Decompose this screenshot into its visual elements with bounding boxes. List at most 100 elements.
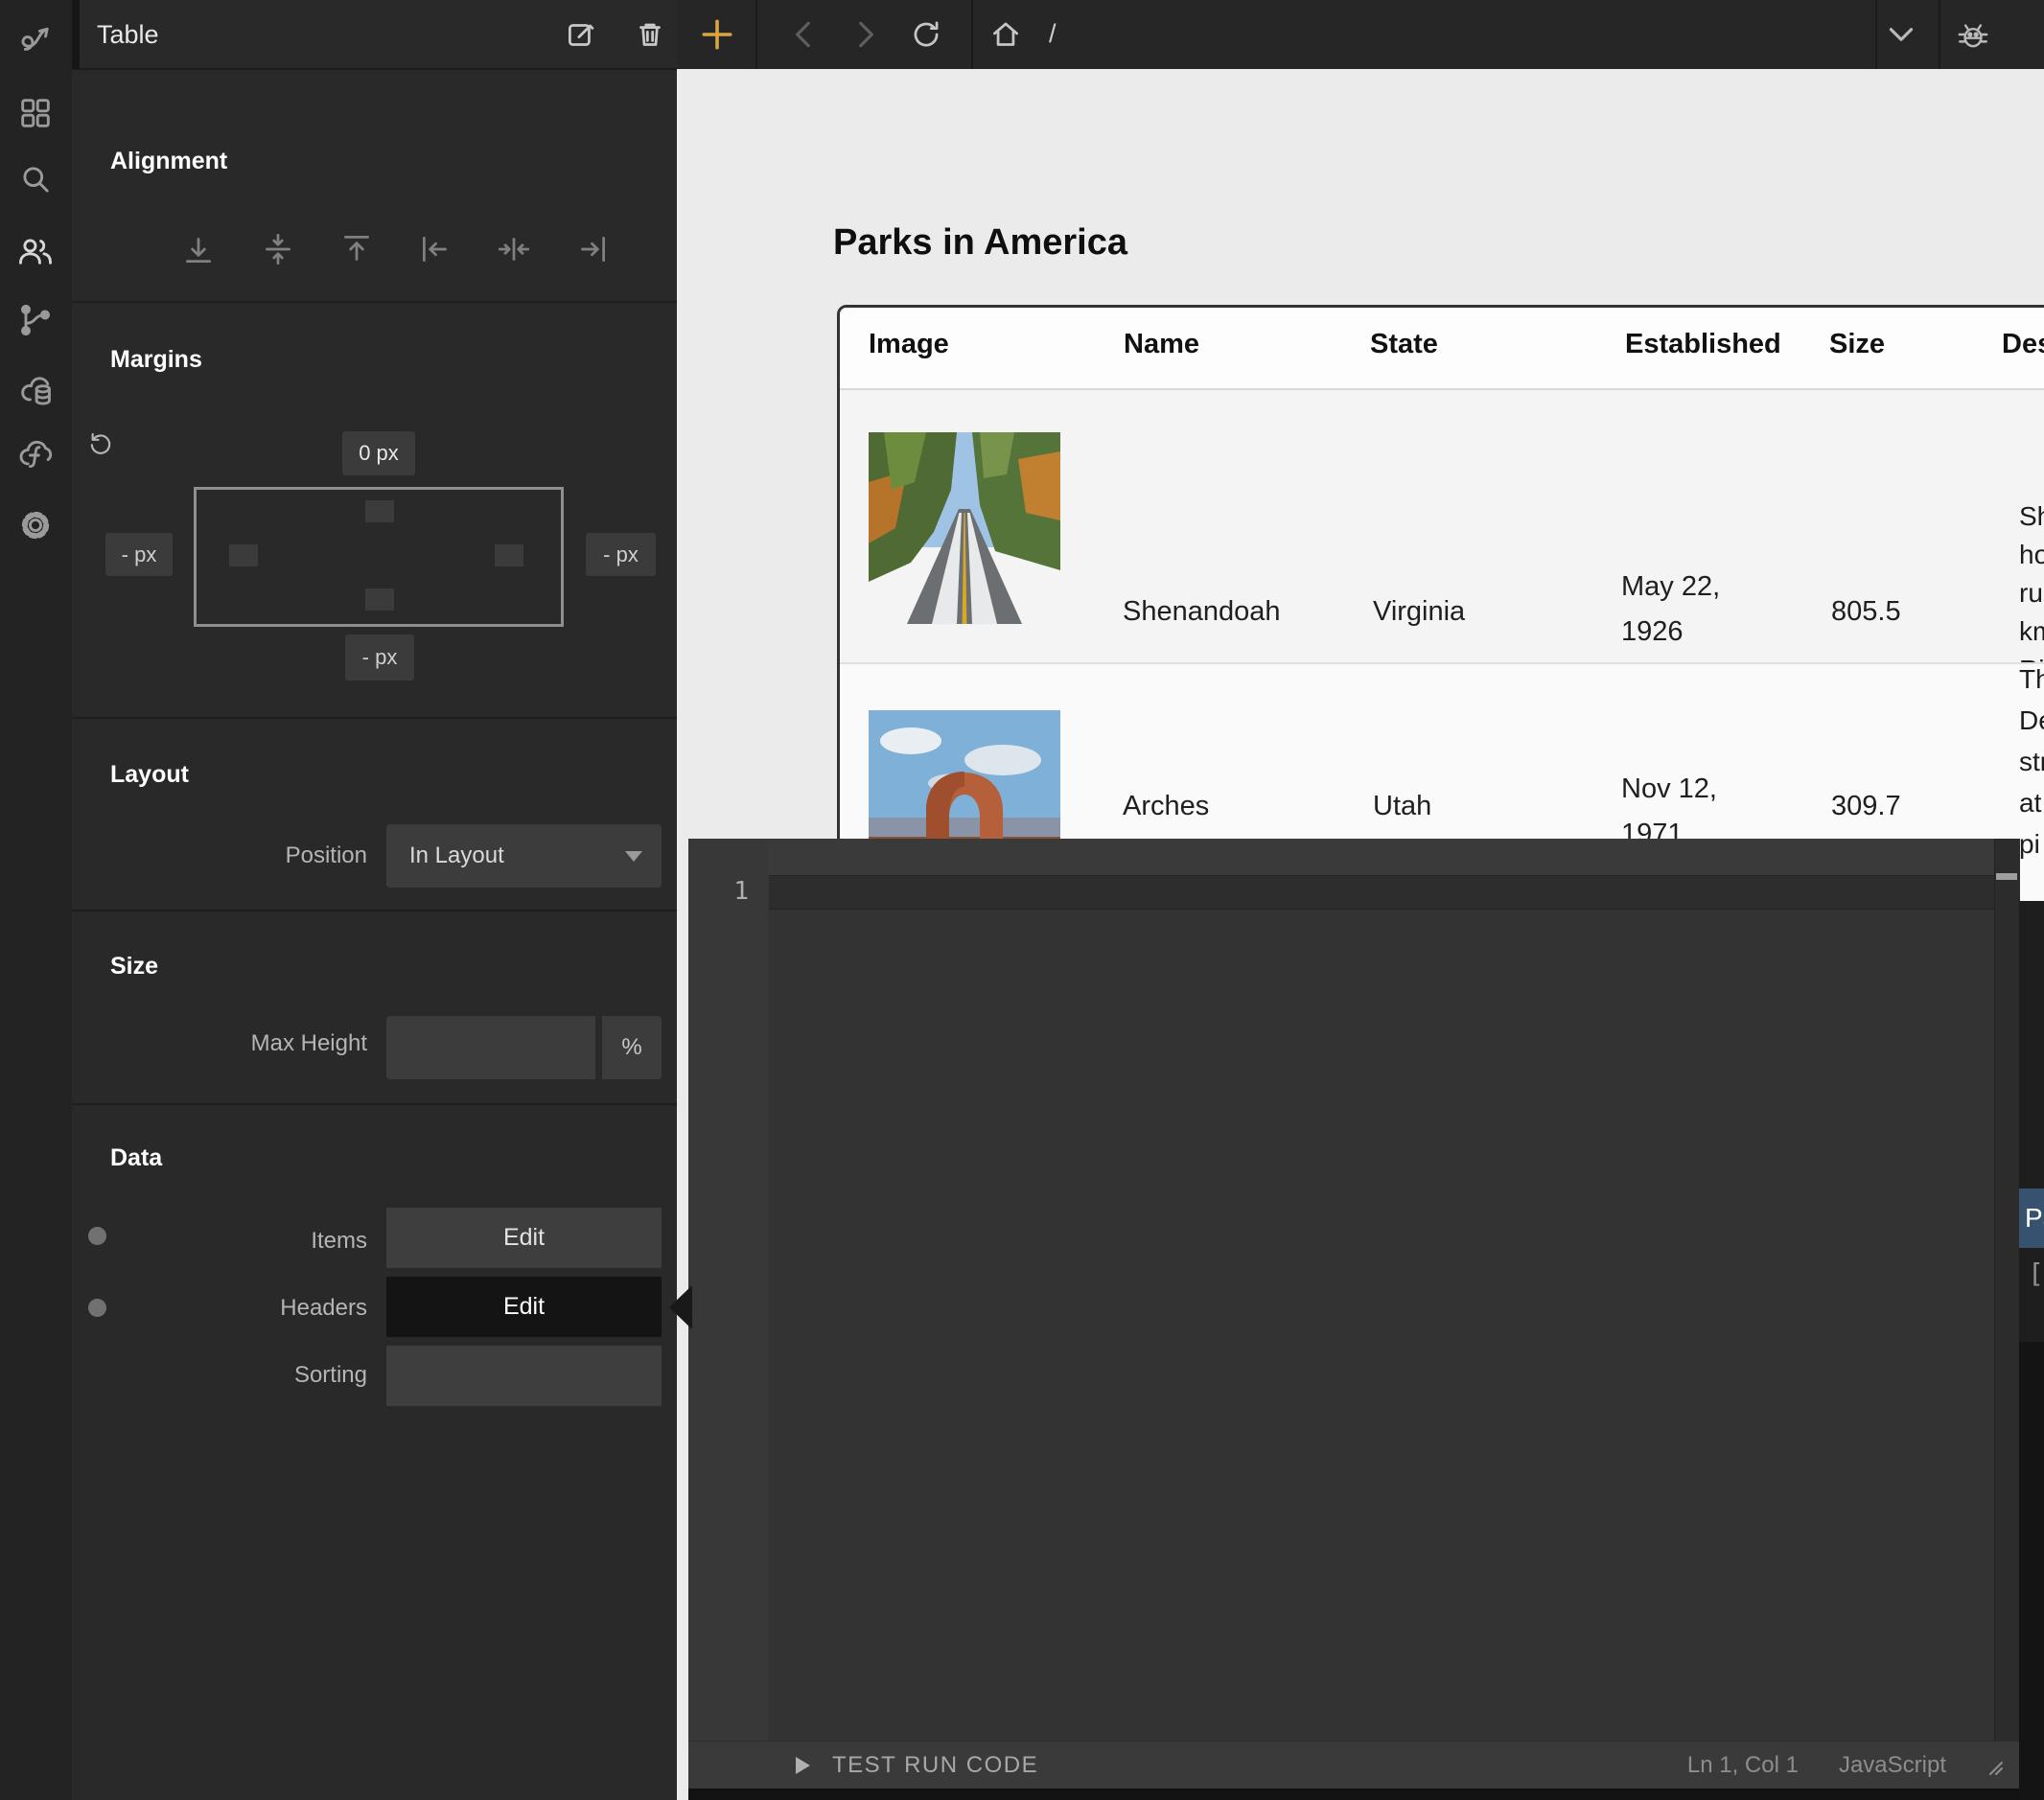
max-height-input[interactable] <box>386 1016 595 1079</box>
properties-panel: Table Alignment Margin <box>72 0 677 1800</box>
align-right-icon[interactable] <box>574 231 611 267</box>
status-right: Ln 1, Col 1 JavaScript <box>1687 1752 2019 1779</box>
panel-lower-area <box>2019 1342 2044 1800</box>
cell-state: Utah <box>1373 785 1431 827</box>
editor-gutter <box>688 839 768 1741</box>
headers-label: Headers <box>134 1295 367 1322</box>
align-center-horizontal-icon[interactable] <box>496 231 532 267</box>
page-title: Parks in America <box>833 222 1127 264</box>
column-header-established: Established <box>1625 329 1781 360</box>
table-row: Shenandoah Virginia May 22, 1926 805.5 S… <box>840 390 2044 662</box>
items-binding-dot <box>88 1227 106 1245</box>
cell-established: May 22, 1926 <box>1621 565 1720 655</box>
home-button[interactable] <box>987 16 1024 53</box>
code-fragment: [ <box>2028 1258 2044 1289</box>
cell-size: 805.5 <box>1831 590 1901 633</box>
breadcrumb-path: / <box>1049 19 1057 49</box>
cell-size: 309.7 <box>1831 785 1901 827</box>
cell-name: Shenandoah <box>1123 590 1281 633</box>
reset-icon[interactable] <box>86 429 115 458</box>
margin-handle-right <box>495 544 523 566</box>
divider <box>971 0 973 69</box>
column-header-image: Image <box>869 329 949 360</box>
headers-binding-dot <box>88 1299 106 1317</box>
top-toolbar: / <box>677 0 2044 69</box>
size-section-label: Size <box>110 953 158 981</box>
shenandoah-photo <box>869 432 1060 624</box>
max-height-label: Max Height <box>134 1030 367 1057</box>
table-header-row: Image Name State Established Size Descri… <box>840 308 2044 390</box>
component-title: Table <box>97 20 159 50</box>
editor-top-padding <box>688 839 2019 875</box>
margin-top-input[interactable]: 0 px <box>342 431 415 475</box>
highlighted-list-item[interactable]: Pa <box>2019 1188 2044 1248</box>
chevron-down-icon[interactable] <box>1883 16 1919 53</box>
items-edit-button[interactable]: Edit <box>386 1208 662 1268</box>
editor-scrollbar-thumb[interactable] <box>1996 873 2017 880</box>
test-run-code-button[interactable]: TEST RUN CODE <box>832 1752 1038 1779</box>
max-height-unit: % <box>602 1016 662 1079</box>
margin-handle-top <box>365 500 394 522</box>
flow-logo-icon[interactable] <box>16 22 55 60</box>
edit-icon[interactable] <box>563 16 599 53</box>
divider <box>72 910 677 912</box>
cloud-function-icon[interactable] <box>16 436 55 474</box>
trash-icon[interactable] <box>632 16 668 53</box>
divider <box>755 0 757 69</box>
refresh-button[interactable] <box>908 16 944 53</box>
margin-right-input[interactable]: - px <box>586 533 656 576</box>
language-label: JavaScript <box>1839 1752 1946 1779</box>
layout-section-label: Layout <box>110 761 189 789</box>
nav-rail <box>0 0 72 1800</box>
state-browser-panel: Pa [ <box>2019 901 2044 1800</box>
nav-back-button[interactable] <box>786 16 823 53</box>
code-editor-panel: 1 TEST RUN CODE Ln 1, Col 1 JavaScript <box>688 839 2019 1788</box>
divider <box>72 301 677 303</box>
bug-icon[interactable] <box>1955 16 1991 53</box>
divider <box>72 0 80 69</box>
data-section-label: Data <box>110 1144 162 1172</box>
column-header-state: State <box>1370 329 1438 360</box>
align-bottom-icon[interactable] <box>180 231 217 267</box>
divider <box>72 1103 677 1105</box>
play-icon[interactable] <box>790 1753 815 1778</box>
position-select[interactable]: In Layout <box>386 824 662 888</box>
column-header-description: Description <box>2002 329 2044 360</box>
search-icon[interactable] <box>16 161 55 199</box>
branch-icon[interactable] <box>16 301 55 339</box>
divider <box>1939 0 1940 69</box>
app-builder-window: Parks in America Image Name State Establ… <box>0 0 2044 1800</box>
gear-icon[interactable] <box>16 506 55 544</box>
position-label: Position <box>134 842 367 869</box>
resize-handle-icon[interactable] <box>1983 1755 2004 1776</box>
cursor-position: Ln 1, Col 1 <box>1687 1752 1799 1779</box>
backdrop-bottom-strip <box>688 1788 2044 1800</box>
align-left-icon[interactable] <box>417 231 453 267</box>
margin-handle-bottom <box>365 588 394 611</box>
margins-preview-box <box>194 487 564 627</box>
margin-handle-left <box>229 544 258 566</box>
alignment-section-label: Alignment <box>110 148 227 175</box>
divider <box>72 717 677 719</box>
margins-section-label: Margins <box>110 346 202 374</box>
align-top-icon[interactable] <box>338 231 375 267</box>
users-icon[interactable] <box>16 232 55 270</box>
cloud-database-icon[interactable] <box>16 372 55 410</box>
popover-arrow <box>669 1285 692 1329</box>
sorting-edit-button[interactable] <box>386 1346 662 1406</box>
grid-icon[interactable] <box>16 94 55 132</box>
sorting-label: Sorting <box>134 1362 367 1389</box>
editor-scrollbar-track[interactable] <box>1994 839 2020 1741</box>
add-component-button[interactable] <box>699 16 735 53</box>
line-number: 1 <box>688 875 749 908</box>
cell-description: Thi Del stru at pi <box>2019 658 2044 865</box>
column-header-size: Size <box>1829 329 1885 360</box>
margin-bottom-input[interactable]: - px <box>345 635 414 681</box>
code-input[interactable] <box>780 875 1988 908</box>
headers-edit-button[interactable]: Edit <box>386 1277 662 1337</box>
column-header-name: Name <box>1124 329 1199 360</box>
align-center-vertical-icon[interactable] <box>260 231 296 267</box>
nav-forward-button[interactable] <box>847 16 883 53</box>
chevron-down-icon <box>625 851 642 862</box>
margin-left-input[interactable]: - px <box>105 533 173 576</box>
